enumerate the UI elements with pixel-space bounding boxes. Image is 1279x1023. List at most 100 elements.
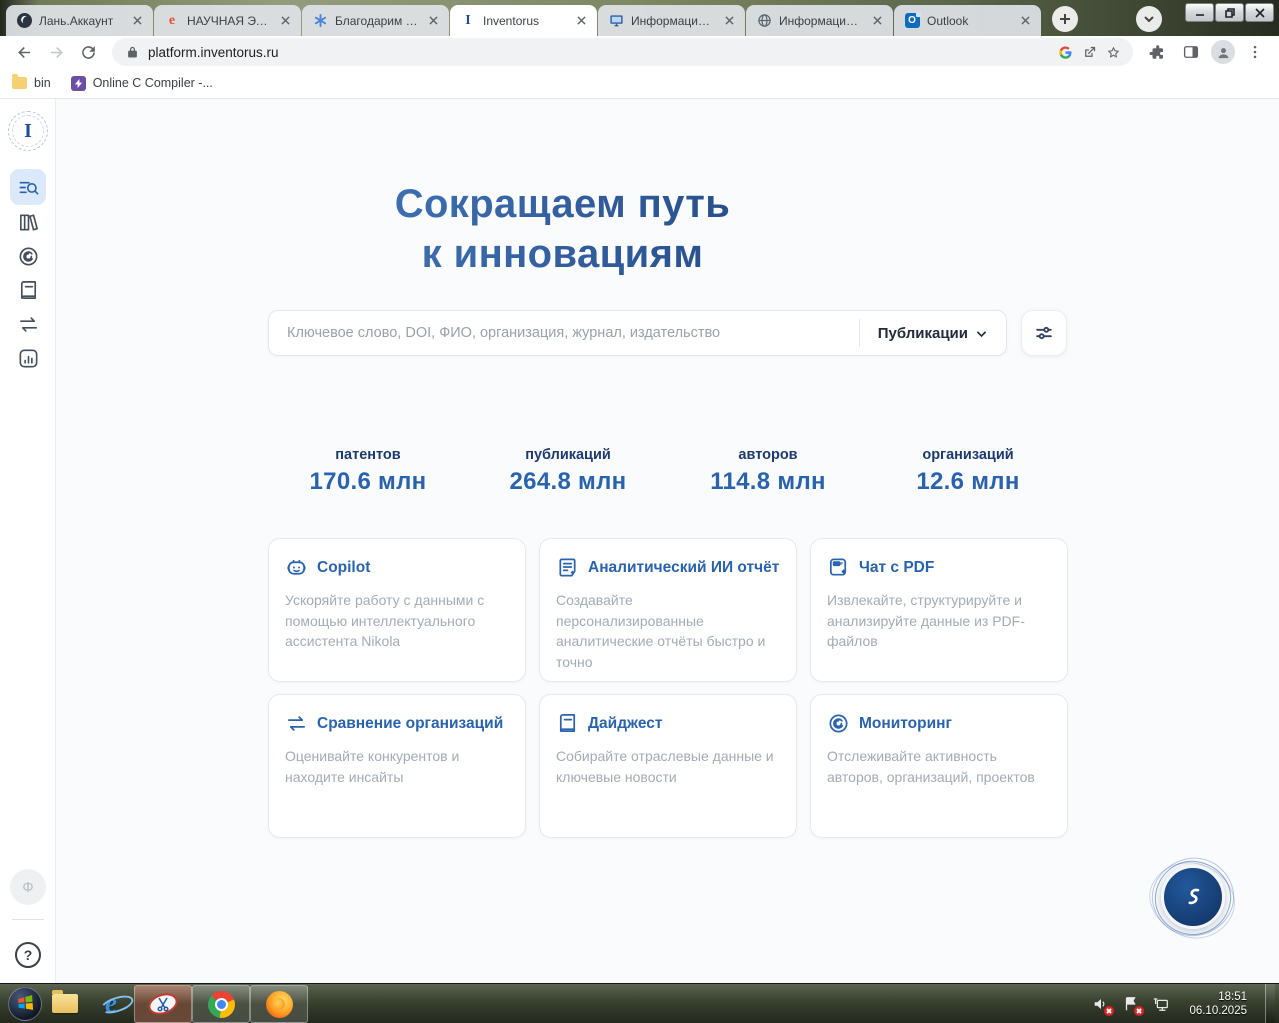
sidebar-item-compare[interactable] bbox=[10, 306, 46, 342]
taskbar-explorer[interactable] bbox=[42, 984, 88, 1023]
tab-close-icon[interactable] bbox=[129, 13, 145, 29]
bookmark-star-icon[interactable] bbox=[1105, 44, 1121, 60]
browser-menu-button[interactable] bbox=[1241, 38, 1269, 66]
show-desktop-button[interactable] bbox=[1265, 984, 1275, 1023]
tab-close-icon[interactable] bbox=[425, 13, 441, 29]
share-icon[interactable] bbox=[1081, 44, 1097, 60]
window-titlebar: Лань.Аккаунт e НАУЧНАЯ ЭЛЕК Благодарим в… bbox=[0, 0, 1279, 36]
main-content: Сокращаем путь к инновациям Публикации п… bbox=[57, 99, 1279, 983]
monitoring-icon bbox=[17, 245, 40, 268]
restore-button[interactable] bbox=[1215, 3, 1244, 22]
minimize-button[interactable] bbox=[1185, 3, 1214, 22]
window-controls bbox=[1185, 3, 1274, 22]
bar-chart-icon bbox=[17, 347, 40, 370]
search-filters-button[interactable] bbox=[1021, 310, 1067, 356]
compare-arrows-icon bbox=[285, 712, 308, 735]
network-tray-icon[interactable] bbox=[1151, 994, 1171, 1014]
profile-avatar[interactable] bbox=[1211, 40, 1235, 64]
back-button[interactable] bbox=[10, 38, 38, 66]
help-button[interactable]: ? bbox=[15, 942, 41, 968]
bookmark-folder-bin[interactable]: bin bbox=[12, 76, 51, 90]
tab-info-1[interactable]: Информационн bbox=[598, 5, 745, 36]
search-row: Публикации bbox=[268, 310, 1068, 356]
asterisk-favicon-icon bbox=[312, 13, 328, 29]
side-panel-button[interactable] bbox=[1177, 38, 1205, 66]
windows-flag-icon bbox=[16, 994, 35, 1013]
card-monitoring[interactable]: Мониторинг Отслеживайте активность автор… bbox=[810, 694, 1068, 838]
taskbar-snipping-tool[interactable] bbox=[134, 985, 192, 1023]
report-icon bbox=[556, 556, 579, 579]
sidebar-item-digest[interactable] bbox=[10, 272, 46, 308]
assistant-fab-button[interactable] bbox=[1161, 865, 1225, 929]
volume-muted-tray-icon[interactable] bbox=[1091, 994, 1111, 1014]
monitoring-icon bbox=[827, 712, 850, 735]
reload-button[interactable] bbox=[74, 38, 102, 66]
stat-value: 12.6 млн bbox=[868, 468, 1068, 496]
tab-close-icon[interactable] bbox=[869, 13, 885, 29]
card-body: Создавайте персонализированные аналитиче… bbox=[556, 590, 780, 672]
stat-value: 264.8 млн bbox=[468, 468, 668, 496]
tab-outlook[interactable]: O Outlook bbox=[894, 5, 1041, 36]
sidebar-item-monitoring[interactable] bbox=[10, 238, 46, 274]
tab-elibrary[interactable]: e НАУЧНАЯ ЭЛЕК bbox=[154, 5, 301, 36]
clock-time: 18:51 bbox=[1189, 990, 1247, 1004]
url-text[interactable]: platform.inventorus.ru bbox=[148, 45, 1049, 60]
card-compare-orgs[interactable]: Сравнение организаций Оценивайте конкуре… bbox=[268, 694, 526, 838]
card-body: Извлекайте, структурируйте и анализируйт… bbox=[827, 590, 1051, 652]
search-input[interactable] bbox=[269, 325, 859, 341]
card-digest[interactable]: Дайджест Собирайте отраслевые данные и к… bbox=[539, 694, 797, 838]
search-box[interactable]: Публикации bbox=[268, 310, 1007, 356]
browser-toolbar: platform.inventorus.ru bbox=[0, 36, 1279, 68]
bookmark-online-compiler[interactable]: Online C Compiler -... bbox=[71, 76, 213, 91]
extensions-button[interactable] bbox=[1143, 38, 1171, 66]
google-g-icon[interactable] bbox=[1057, 44, 1073, 60]
tab-thanks[interactable]: Благодарим вас bbox=[302, 5, 449, 36]
card-pdf-chat[interactable]: PDF Чат с PDF Извлекайте, структурируйте… bbox=[810, 538, 1068, 682]
side-panel-icon bbox=[1182, 43, 1200, 61]
start-button[interactable] bbox=[8, 987, 42, 1021]
action-center-flag-tray-icon[interactable] bbox=[1121, 994, 1141, 1014]
book-icon bbox=[17, 279, 40, 302]
stat-label: публикаций bbox=[468, 447, 668, 463]
taskbar-chrome[interactable] bbox=[192, 985, 250, 1023]
address-bar[interactable]: platform.inventorus.ru bbox=[112, 38, 1133, 66]
tab-lan-account[interactable]: Лань.Аккаунт bbox=[6, 5, 153, 36]
inventorus-logo[interactable]: I bbox=[8, 111, 48, 151]
tab-title: Inventorus bbox=[483, 14, 566, 28]
sidebar-item-search[interactable] bbox=[10, 169, 46, 205]
tab-inventorus-active[interactable]: I Inventorus bbox=[450, 5, 597, 36]
close-button[interactable] bbox=[1245, 3, 1274, 22]
card-title: Аналитический ИИ отчёт bbox=[588, 559, 779, 577]
inventorus-favicon-icon: I bbox=[460, 13, 476, 29]
tab-close-icon[interactable] bbox=[721, 13, 737, 29]
card-ai-report[interactable]: Аналитический ИИ отчёт Создавайте персон… bbox=[539, 538, 797, 682]
tab-info-2[interactable]: Информационн bbox=[746, 5, 893, 36]
card-body: Отслеживайте активность авторов, организ… bbox=[827, 746, 1051, 787]
close-icon bbox=[1255, 8, 1265, 18]
sidebar-item-library[interactable] bbox=[10, 204, 46, 240]
new-tab-button[interactable] bbox=[1052, 6, 1078, 32]
forward-button[interactable] bbox=[42, 38, 70, 66]
chevron-down-icon bbox=[1143, 13, 1155, 25]
windows-taskbar: e 18:51 06.10.2025 bbox=[0, 983, 1279, 1023]
sidebar-item-analytics[interactable] bbox=[10, 340, 46, 376]
search-icon bbox=[17, 176, 40, 199]
taskbar-clock[interactable]: 18:51 06.10.2025 bbox=[1181, 990, 1255, 1018]
tab-close-icon[interactable] bbox=[573, 13, 589, 29]
bookmarks-bar: bin Online C Compiler -... bbox=[0, 68, 1279, 99]
taskbar-firefox[interactable] bbox=[250, 985, 308, 1023]
chrome-icon bbox=[208, 991, 235, 1018]
search-scope-dropdown[interactable]: Публикации bbox=[859, 319, 1006, 347]
tab-close-icon[interactable] bbox=[277, 13, 293, 29]
card-copilot[interactable]: Copilot Ускоряйте работу с данными с пом… bbox=[268, 538, 526, 682]
card-title: Дайджест bbox=[588, 715, 662, 733]
tab-search-button[interactable] bbox=[1136, 6, 1162, 32]
taskbar-internet-explorer[interactable]: e bbox=[88, 984, 134, 1023]
page-title-line2: к инновациям bbox=[57, 229, 1068, 279]
user-avatar[interactable]: Ф bbox=[10, 869, 46, 905]
page-title-line1: Сокращаем путь bbox=[57, 179, 1068, 229]
stat-organizations: организаций 12.6 млн bbox=[868, 447, 1068, 496]
toolbar-actions bbox=[1143, 38, 1269, 66]
bookmark-label: Online C Compiler -... bbox=[93, 76, 213, 90]
tab-close-icon[interactable] bbox=[1017, 13, 1033, 29]
